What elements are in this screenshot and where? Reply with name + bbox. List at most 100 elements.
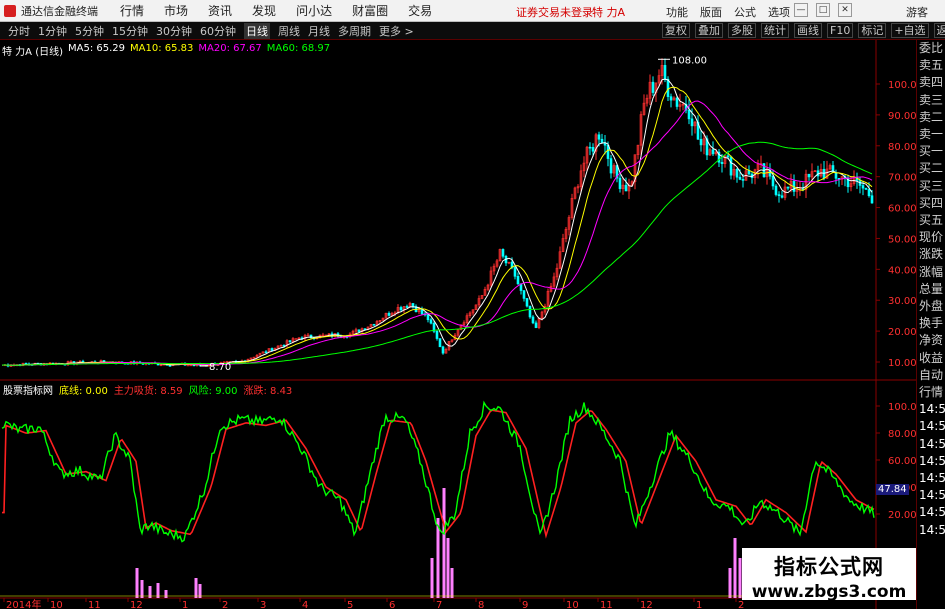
candle-body xyxy=(675,97,679,107)
period-multi[interactable]: 多周期 xyxy=(338,23,371,39)
time-tick-label: 9 xyxy=(522,600,528,609)
menu-item-formula[interactable]: 公式 xyxy=(734,4,756,20)
menu-item-function[interactable]: 功能 xyxy=(666,4,688,20)
candle-body xyxy=(441,346,445,354)
guest-label[interactable]: 游客 xyxy=(906,4,928,20)
indicator-change: 涨跌: 8.43 xyxy=(243,386,293,397)
candle-body xyxy=(435,330,439,339)
side-panel-item[interactable]: 14:5 xyxy=(917,487,945,504)
side-panel-item[interactable]: 涨幅 xyxy=(917,264,945,281)
period-more[interactable]: 更多 > xyxy=(379,23,414,39)
window-controls: — □ ✕ xyxy=(794,3,852,17)
side-panel-item[interactable]: 委比 xyxy=(917,40,945,57)
stats-button[interactable]: 统计 xyxy=(761,23,789,38)
candle-body xyxy=(726,155,730,158)
period-5min[interactable]: 5分钟 xyxy=(75,23,104,39)
candle-body xyxy=(774,185,778,195)
menu-item-ask[interactable]: 问小达 xyxy=(296,2,332,19)
side-panel-item[interactable]: 收益 xyxy=(917,350,945,367)
login-status[interactable]: 证券交易未登录 xyxy=(516,4,593,20)
menu-item-discover[interactable]: 发现 xyxy=(252,2,276,19)
side-panel-item[interactable]: 14:5 xyxy=(917,504,945,521)
adjust-button[interactable]: 复权 xyxy=(662,23,690,38)
close-icon[interactable]: ✕ xyxy=(838,3,852,17)
chart-canvas[interactable]: 108.00 8.70 100.0 90.00 80.00 70.00 60.00 50.0… xyxy=(0,40,916,609)
draw-button[interactable]: 画线 xyxy=(794,23,822,38)
price-tick-label: 70.00 xyxy=(888,173,916,184)
quote-side-panel: 委比 卖五 卖四 卖三 卖二 卖一 买一 买二 买三 买四 买五 现价 涨跌 涨幅 总量 外盘 换手 净资 收益 自动… xyxy=(916,40,945,609)
main-chart-header: 特 力A (日线) MA5: 65.29 MA10: 65.83 MA20: 6… xyxy=(2,43,330,58)
side-panel-item[interactable]: 行情 xyxy=(917,384,945,401)
period-30min[interactable]: 30分钟 xyxy=(156,23,192,39)
menu-item-trade[interactable]: 交易 xyxy=(408,2,432,19)
side-panel-item[interactable]: 换手 xyxy=(917,315,945,332)
side-panel-item[interactable]: 涨跌 xyxy=(917,246,945,263)
watermark-title: 指标公式网 xyxy=(774,555,884,579)
side-panel-item[interactable]: 买四 xyxy=(917,195,945,212)
histogram-bar xyxy=(430,558,434,598)
candle-body xyxy=(870,195,874,204)
add-watchlist-button[interactable]: +自选 xyxy=(891,23,929,38)
side-panel-item[interactable]: 14:5 xyxy=(917,453,945,470)
side-panel-item[interactable]: 净资 xyxy=(917,332,945,349)
period-monthly[interactable]: 月线 xyxy=(308,23,330,39)
side-panel-item[interactable]: 14:5 xyxy=(917,436,945,453)
side-panel-item[interactable]: 卖四 xyxy=(917,74,945,91)
period-1min[interactable]: 1分钟 xyxy=(38,23,67,39)
candle-body xyxy=(747,170,751,175)
side-panel-item[interactable]: 卖五 xyxy=(917,57,945,74)
overlay-button[interactable]: 叠加 xyxy=(695,23,723,38)
side-panel-item[interactable]: 卖一 xyxy=(917,126,945,143)
side-panel-item[interactable]: 自动 xyxy=(917,367,945,384)
menu-item-options[interactable]: 选项 xyxy=(768,4,790,20)
ma5-line xyxy=(1,78,873,366)
price-tick-label: 40.00 xyxy=(888,265,916,276)
multi-stock-button[interactable]: 多股 xyxy=(728,23,756,38)
period-60min[interactable]: 60分钟 xyxy=(200,23,236,39)
candle-body xyxy=(588,146,592,149)
candle-body xyxy=(720,161,724,164)
candle-body xyxy=(405,306,409,308)
side-panel-item[interactable]: 14:5 xyxy=(917,401,945,418)
candle-body xyxy=(357,329,361,333)
menu-item-market[interactable]: 市场 xyxy=(164,2,188,19)
period-15min[interactable]: 15分钟 xyxy=(112,23,148,39)
price-tick-label: 80.00 xyxy=(888,142,916,153)
maximize-icon[interactable]: □ xyxy=(816,3,830,17)
side-panel-item[interactable]: 14:5 xyxy=(917,418,945,435)
side-panel-item[interactable]: 卖三 xyxy=(917,92,945,109)
side-panel-item[interactable]: 现价 xyxy=(917,229,945,246)
histogram-bar xyxy=(446,538,450,598)
indicator-site[interactable]: 股票指标网 xyxy=(3,382,53,397)
mark-button[interactable]: 标记 xyxy=(858,23,887,38)
minimize-icon[interactable]: — xyxy=(794,3,808,17)
side-panel-item[interactable]: 买二 xyxy=(917,160,945,177)
candle-body xyxy=(711,149,715,155)
menu-item-wealth[interactable]: 财富圈 xyxy=(352,2,388,19)
side-panel-item[interactable]: 买三 xyxy=(917,178,945,195)
period-daily[interactable]: 日线 xyxy=(244,22,270,39)
candle-body xyxy=(399,307,403,311)
side-panel-item[interactable]: 总量 xyxy=(917,281,945,298)
candle-body xyxy=(69,361,73,363)
side-panel-item[interactable]: 买五 xyxy=(917,212,945,229)
candle-body xyxy=(786,186,790,189)
indicator-tick-label: 20.00 xyxy=(888,510,916,521)
candle-body xyxy=(822,168,826,179)
time-tick-label: 2014年 xyxy=(6,598,41,609)
menu-item-news[interactable]: 资讯 xyxy=(208,2,232,19)
f10-button[interactable]: F10 xyxy=(827,23,854,38)
side-panel-item[interactable]: 买一 xyxy=(917,143,945,160)
menu-item-layout[interactable]: 版面 xyxy=(700,4,722,20)
candle-body xyxy=(168,365,172,367)
side-panel-item[interactable]: 卖二 xyxy=(917,109,945,126)
period-weekly[interactable]: 周线 xyxy=(278,23,300,39)
side-panel-item[interactable]: 外盘 xyxy=(917,298,945,315)
side-panel-item[interactable]: 14:5 xyxy=(917,522,945,539)
period-intraday[interactable]: 分时 xyxy=(8,23,30,39)
candle-body xyxy=(861,185,865,189)
high-marker-label: 108.00 xyxy=(672,55,707,66)
menu-item-quotes[interactable]: 行情 xyxy=(120,2,144,19)
back-button[interactable]: 返回 xyxy=(933,23,945,38)
side-panel-item[interactable]: 14:5 xyxy=(917,470,945,487)
